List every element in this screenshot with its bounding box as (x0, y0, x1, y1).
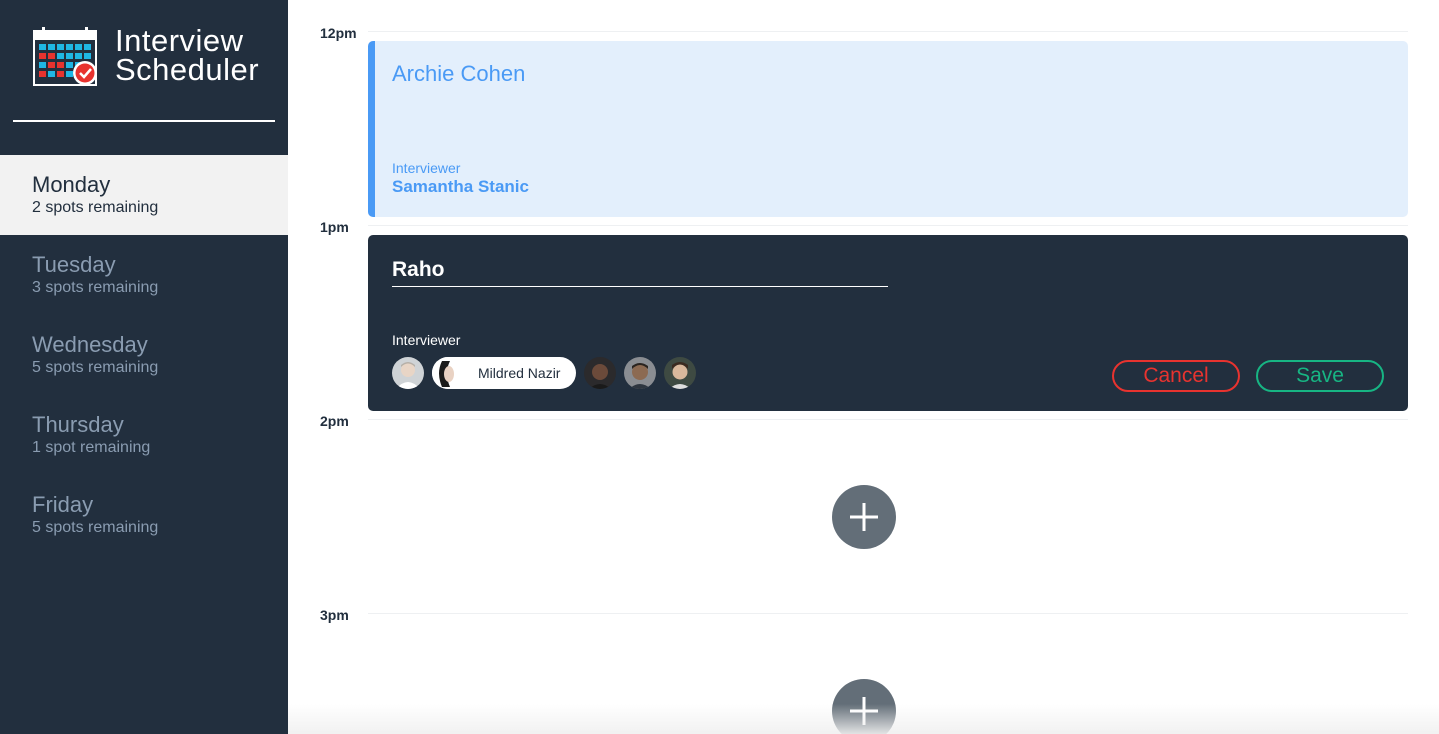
interviewer-list-label: Interviewer (392, 332, 461, 348)
schedule: 12pm Archie Cohen Interviewer Samantha S… (288, 0, 1439, 734)
day-spots: 1 spot remaining (32, 439, 151, 456)
avatar-photo (392, 357, 424, 389)
brand-title: Interview Scheduler (115, 23, 260, 87)
day-spots: 5 spots remaining (32, 519, 159, 536)
interviewer-avatar[interactable] (392, 357, 424, 389)
hour-divider (368, 31, 1408, 32)
day-item-tuesday[interactable]: Tuesday 3 spots remaining (0, 235, 288, 315)
day-name: Friday (32, 492, 94, 517)
day-item-wednesday[interactable]: Wednesday 5 spots remaining (0, 315, 288, 395)
day-spots: 5 spots remaining (32, 359, 159, 376)
brand-title-line1: Interview (115, 23, 244, 58)
appointment-form: Interviewer (368, 235, 1408, 411)
day-spots: 3 spots remaining (32, 279, 159, 296)
avatar-photo (432, 357, 464, 389)
interviewer-avatar[interactable] (584, 357, 617, 389)
save-button[interactable]: Save (1256, 360, 1384, 392)
hour-label-3pm: 3pm (320, 607, 349, 623)
day-list: Monday 2 spots remaining Tuesday 3 spots… (0, 155, 288, 555)
student-name-input[interactable] (392, 255, 888, 287)
sidebar-divider (13, 120, 275, 122)
day-name: Thursday (32, 412, 124, 437)
avatar-photo (664, 357, 697, 389)
hour-divider (368, 419, 1408, 420)
interviewer-avatar[interactable] (624, 357, 657, 389)
interviewer-name: Samantha Stanic (392, 177, 529, 196)
day-item-friday[interactable]: Friday 5 spots remaining (0, 475, 288, 555)
day-item-thursday[interactable]: Thursday 1 spot remaining (0, 395, 288, 475)
hour-divider (368, 613, 1408, 614)
plus-icon (850, 697, 878, 725)
hour-label-12pm: 12pm (320, 25, 357, 41)
interviewer-avatar[interactable] (664, 357, 697, 389)
interviewer-label: Interviewer (392, 160, 461, 176)
brand-logo: Interview Scheduler (33, 23, 260, 88)
day-spots: 2 spots remaining (32, 199, 159, 216)
interviewer-selected[interactable]: Mildred Nazir (432, 357, 577, 389)
sidebar: Interview Scheduler Monday 2 spots remai… (0, 0, 288, 734)
calendar-check-icon (33, 27, 97, 86)
interviewer-name: Mildred Nazir (478, 365, 561, 381)
day-name: Tuesday (32, 252, 116, 277)
student-name: Archie Cohen (392, 61, 526, 86)
brand-title-line2: Scheduler (115, 52, 260, 87)
booked-appointment[interactable]: Archie Cohen Interviewer Samantha Stanic (368, 41, 1408, 217)
avatar-photo (584, 357, 617, 389)
day-name: Wednesday (32, 332, 148, 357)
day-item-monday[interactable]: Monday 2 spots remaining (0, 155, 288, 235)
hour-label-1pm: 1pm (320, 219, 349, 235)
avatar-photo (624, 357, 657, 389)
hour-divider (368, 225, 1408, 226)
add-appointment-button[interactable] (832, 485, 896, 549)
interviewer-avatar (432, 357, 464, 389)
add-appointment-button[interactable] (832, 679, 896, 734)
day-name: Monday (32, 172, 111, 197)
plus-icon (850, 503, 878, 531)
hour-label-2pm: 2pm (320, 413, 349, 429)
interviewer-list: Mildred Nazir (392, 357, 704, 389)
cancel-button[interactable]: Cancel (1112, 360, 1240, 392)
app: Interview Scheduler Monday 2 spots remai… (0, 0, 1439, 734)
